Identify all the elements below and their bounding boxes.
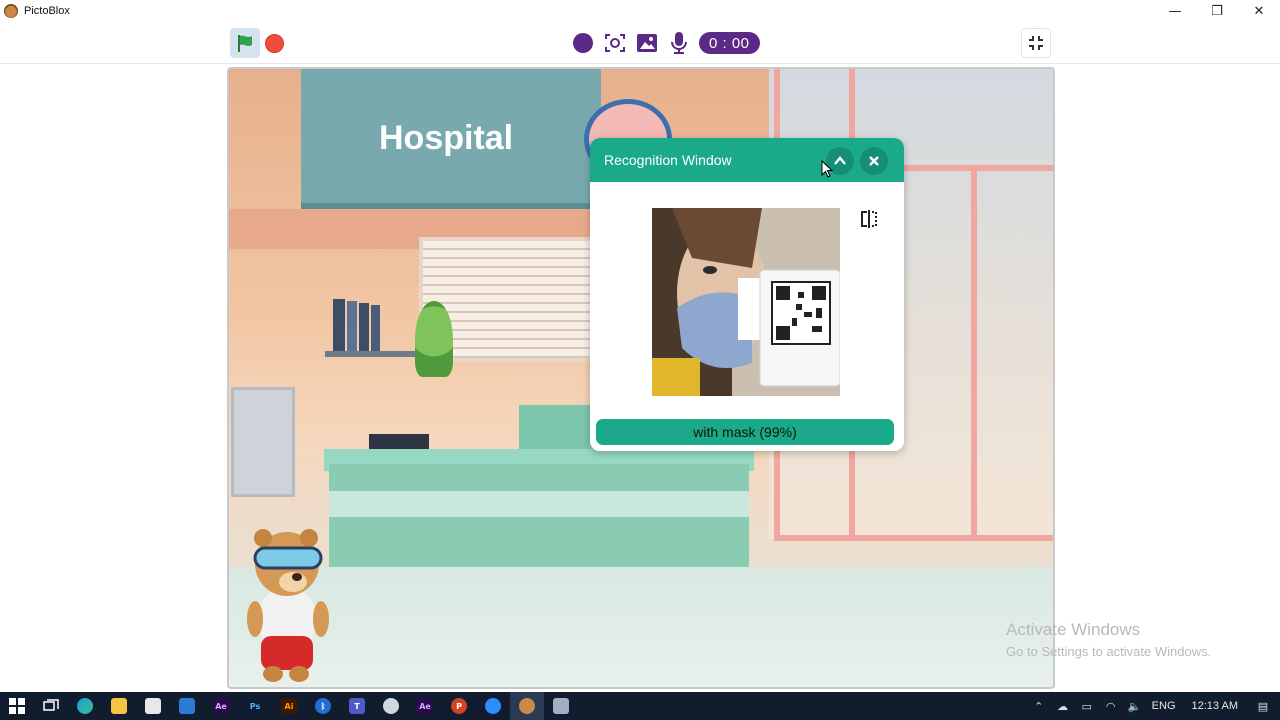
- reception-counter-band: [329, 491, 749, 517]
- image-icon: [637, 34, 657, 52]
- mail-icon: [179, 698, 195, 714]
- app-2-icon: [553, 698, 569, 714]
- camera-preview-image: [652, 208, 840, 396]
- store-button[interactable]: [136, 692, 170, 720]
- recognition-window: Recognition Window with mask (99%): [590, 138, 904, 451]
- illustrator-icon: Ai: [281, 698, 297, 714]
- pictoblox-icon: [519, 698, 535, 714]
- chevron-up-icon: [834, 156, 846, 165]
- flip-camera-button[interactable]: [858, 208, 880, 230]
- recognition-result: with mask (99%): [596, 419, 894, 445]
- edge-icon: [77, 698, 93, 714]
- bluetooth-button[interactable]: ᛒ: [306, 692, 340, 720]
- illustrator-button[interactable]: Ai: [272, 692, 306, 720]
- recording-timer: 0 : 00: [699, 32, 760, 54]
- screenshot-icon: [605, 34, 625, 52]
- mirror-icon: [861, 210, 877, 228]
- powerpoint-icon: P: [451, 698, 467, 714]
- task-view-button[interactable]: [34, 692, 68, 720]
- image-button[interactable]: [635, 31, 659, 55]
- teams-icon: T: [349, 698, 365, 714]
- window-controls: — ❐ ✕: [1154, 0, 1280, 22]
- teams-button[interactable]: T: [340, 692, 374, 720]
- cloud-icon[interactable]: ☁: [1056, 699, 1070, 713]
- notification-icon[interactable]: ▤: [1256, 699, 1270, 713]
- after-effects-icon: Ae: [417, 698, 433, 714]
- record-icon: [573, 33, 593, 53]
- pictoblox-taskbar-button[interactable]: [510, 692, 544, 720]
- close-window-button[interactable]: ✕: [1238, 0, 1280, 22]
- book: [359, 303, 369, 351]
- system-tray: ⌃ ☁ ▭ ◠ 🔈 ENG 12:13 AM ▤: [1032, 692, 1280, 720]
- after-effects-button[interactable]: Ae: [204, 692, 238, 720]
- floor: [229, 567, 1053, 687]
- battery-icon[interactable]: ▭: [1080, 699, 1094, 713]
- watermark-subtitle: Go to Settings to activate Windows.: [1006, 644, 1212, 659]
- recognition-window-title: Recognition Window: [604, 152, 732, 168]
- app-icon: [383, 698, 399, 714]
- window-frame: [971, 169, 977, 539]
- volume-icon[interactable]: 🔈: [1128, 699, 1142, 713]
- windows-taskbar: Ae Ps Ai ᛒ T Ae P ⌃ ☁ ▭ ◠ 🔈 ENG 12:13 AM…: [0, 692, 1280, 720]
- pictoblox-logo-icon: [4, 4, 18, 18]
- screenshot-button[interactable]: [603, 31, 627, 55]
- app-button[interactable]: [374, 692, 408, 720]
- bluetooth-icon: ᛒ: [315, 698, 331, 714]
- task-view-icon: [43, 699, 59, 711]
- edge-taskbar-button[interactable]: [68, 692, 102, 720]
- microphone-icon: [671, 32, 687, 54]
- after-effects-icon: Ae: [213, 698, 229, 714]
- book: [371, 305, 380, 351]
- photoshop-icon: Ps: [247, 698, 263, 714]
- green-flag-button[interactable]: [230, 28, 260, 58]
- recognition-window-header[interactable]: Recognition Window: [590, 138, 904, 182]
- book: [347, 301, 357, 351]
- wifi-icon[interactable]: ◠: [1104, 699, 1118, 713]
- app-title: PictoBlox: [24, 5, 70, 17]
- green-flag-icon: [238, 35, 252, 52]
- clock-time[interactable]: 12:13 AM: [1192, 700, 1238, 712]
- watermark-title: Activate Windows: [1006, 620, 1141, 639]
- close-icon: [869, 156, 879, 166]
- title-bar: PictoBlox — ❐ ✕: [0, 0, 1280, 22]
- microphone-button[interactable]: [667, 31, 691, 55]
- file-explorer-button[interactable]: [102, 692, 136, 720]
- store-icon: [145, 698, 161, 714]
- recognition-window-body: with mask (99%): [590, 182, 904, 451]
- windows-logo-icon: [9, 698, 25, 714]
- start-button[interactable]: [0, 692, 34, 720]
- language-indicator[interactable]: ENG: [1152, 700, 1176, 712]
- restore-button[interactable]: ❐: [1196, 0, 1238, 22]
- minimize-button[interactable]: —: [1154, 0, 1196, 22]
- zoom-icon: [485, 698, 501, 714]
- chevron-up-icon[interactable]: ⌃: [1032, 699, 1046, 713]
- mail-button[interactable]: [170, 692, 204, 720]
- stage-toolbar: 0 : 00: [0, 22, 1280, 64]
- book: [333, 299, 345, 351]
- app-2-button[interactable]: [544, 692, 578, 720]
- recording-controls: 0 : 00: [571, 31, 760, 55]
- exit-fullscreen-button[interactable]: [1021, 28, 1051, 58]
- record-button[interactable]: [571, 31, 595, 55]
- stop-button[interactable]: [265, 34, 284, 53]
- bear-sprite[interactable]: [235, 524, 340, 684]
- collapse-icon: [1029, 36, 1043, 50]
- activate-windows-watermark: Activate Windows Go to Settings to activ…: [1006, 620, 1211, 659]
- zoom-button[interactable]: [476, 692, 510, 720]
- powerpoint-button[interactable]: P: [442, 692, 476, 720]
- plant: [415, 301, 453, 377]
- after-effects-2-button[interactable]: Ae: [408, 692, 442, 720]
- window-frame: [774, 535, 1053, 541]
- mouse-cursor-icon: [821, 160, 833, 178]
- photoshop-button[interactable]: Ps: [238, 692, 272, 720]
- hospital-sign-text: Hospital: [379, 119, 514, 157]
- cabinet: [231, 387, 295, 497]
- close-recognition-button[interactable]: [860, 147, 888, 175]
- camera-feed: [652, 208, 840, 396]
- folder-icon: [111, 698, 127, 714]
